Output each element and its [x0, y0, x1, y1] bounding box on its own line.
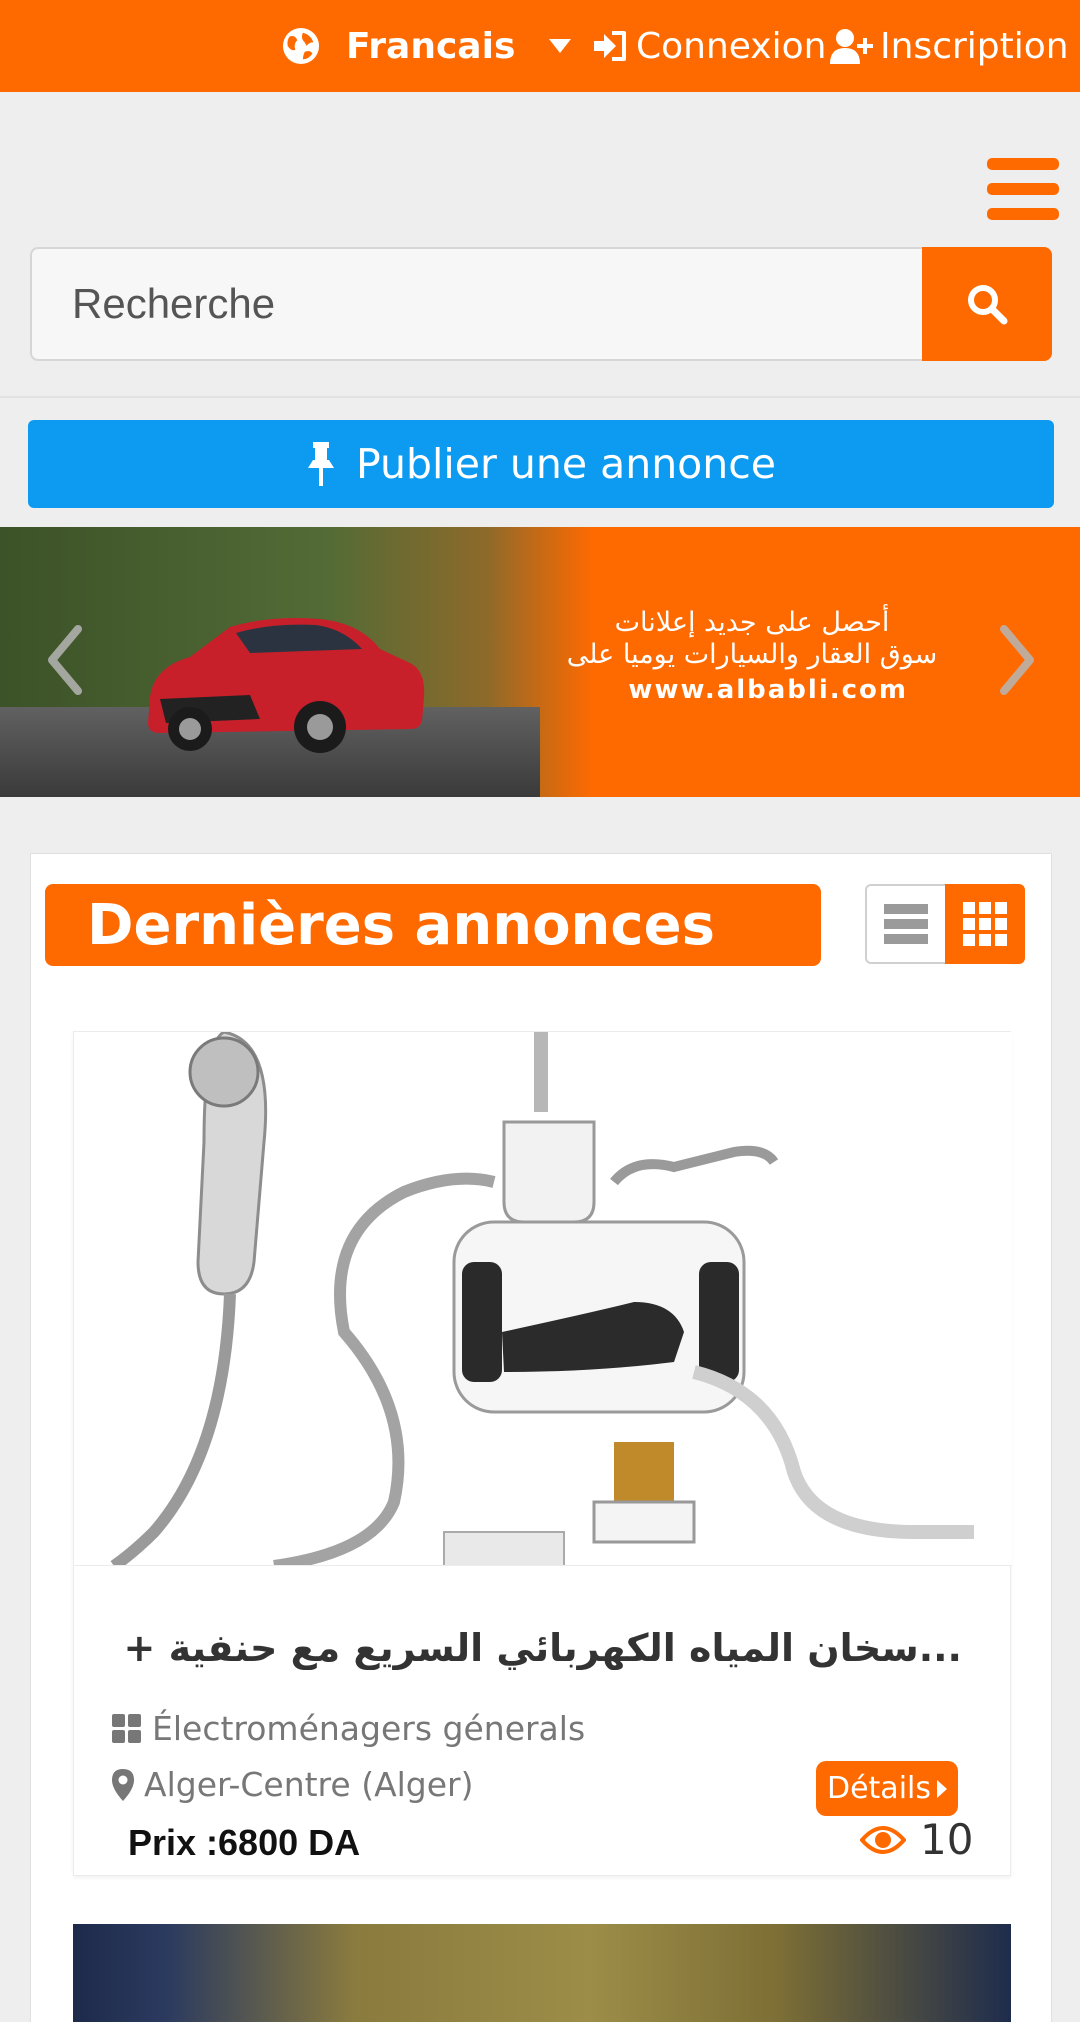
views-count: 10 [920, 1815, 974, 1864]
grid-view-button[interactable] [945, 884, 1025, 964]
caret-down-icon [549, 39, 572, 53]
map-marker-icon [112, 1768, 134, 1801]
hamburger-icon[interactable] [987, 158, 1059, 220]
listing-price: Prix :6800 DA [128, 1822, 361, 1863]
category-icon [112, 1713, 141, 1743]
listing-card[interactable]: ...سخان المياه الكهربائي السريع مع حنفية… [73, 1031, 1012, 1876]
details-button[interactable]: Détails [816, 1761, 958, 1816]
pin-icon [307, 442, 334, 486]
publish-ad-button[interactable]: Publier une annonce [28, 420, 1054, 508]
latest-ads-panel: Dernières annonces ...سخان المياه الكهرب… [30, 853, 1052, 2022]
signup-link[interactable]: Inscription [830, 0, 1069, 92]
banner-car-image [148, 618, 425, 753]
top-bar: Francais Connexion Inscription [0, 0, 1080, 92]
listing-title[interactable]: ...سخان المياه الكهربائي السريع مع حنفية… [112, 1626, 962, 1670]
globe-icon [282, 27, 320, 65]
listing-image[interactable] [74, 1032, 1012, 1566]
search-button[interactable] [922, 247, 1052, 361]
listing-category: Électroménagers génerals [112, 1709, 585, 1748]
search-input[interactable] [30, 247, 924, 361]
chevron-right-icon[interactable] [998, 625, 1038, 695]
chevron-left-icon[interactable] [44, 625, 84, 695]
view-toggle [865, 884, 1025, 964]
category-label: Électroménagers génerals [152, 1709, 586, 1748]
banner-url: www.albabli.com [628, 675, 908, 705]
caret-right-icon [937, 1779, 947, 1798]
search-icon [968, 285, 1008, 325]
user-plus-icon [830, 29, 873, 64]
listing-views: 10 [860, 1815, 973, 1864]
list-view-button[interactable] [865, 884, 945, 964]
listing-location: Alger-Centre (Alger) [112, 1765, 474, 1804]
location-label: Alger-Centre (Alger) [144, 1765, 474, 1804]
listing-card-next[interactable] [73, 1924, 1011, 2022]
list-view-icon [884, 904, 928, 944]
login-label: Connexion [636, 25, 827, 67]
publish-label: Publier une annonce [355, 440, 777, 488]
language-label: Francais [346, 25, 516, 67]
banner-text-line2: سوق العقار والسيارات يوميا على [566, 639, 938, 670]
section-title: Dernières annonces [45, 884, 821, 966]
login-link[interactable]: Connexion [592, 0, 826, 92]
language-selector[interactable]: Francais [282, 0, 572, 92]
eye-icon [860, 1825, 906, 1854]
banner-text-line1: أحصل على جديد إعلانات [614, 607, 890, 638]
details-label: Détails [826, 1771, 931, 1806]
banner-carousel[interactable]: أحصل على جديد إعلانات سوق العقار والسيار… [0, 527, 1080, 797]
sign-in-icon [594, 31, 626, 61]
grid-view-icon [963, 902, 1007, 946]
signup-label: Inscription [880, 25, 1069, 67]
